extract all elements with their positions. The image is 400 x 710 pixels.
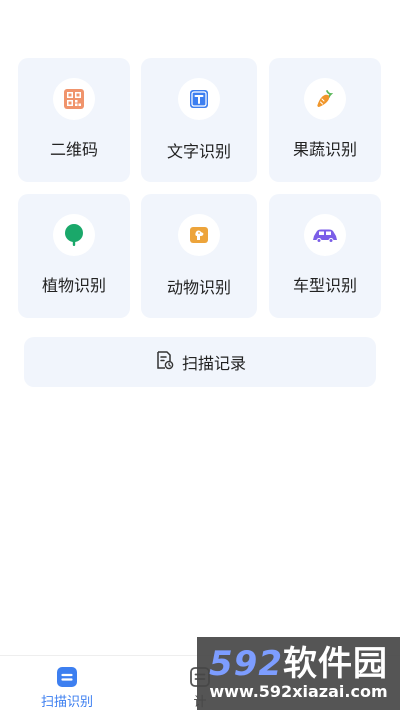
tile-plant-recognition[interactable]: 植物识别 <box>18 194 130 318</box>
tile-label: 果蔬识别 <box>292 140 357 159</box>
site-watermark: 592软件园 www.592xiazai.com <box>197 637 400 710</box>
tile-fruit-veg-recognition[interactable]: 果蔬识别 <box>269 58 381 182</box>
tile-label: 动物识别 <box>166 278 231 297</box>
tile-animal-recognition[interactable]: 动物识别 <box>141 194 257 318</box>
tile-qr-code[interactable]: 二维码 <box>18 58 130 182</box>
scan-tab-icon <box>57 667 77 687</box>
tile-car-recognition[interactable]: 车型识别 <box>269 194 381 318</box>
carrot-icon <box>304 78 346 120</box>
text-t-icon <box>178 78 220 120</box>
tree-icon <box>53 214 95 256</box>
tab-scan-recognition[interactable]: 扫描识别 <box>17 656 117 710</box>
tile-text-recognition[interactable]: 文字识别 <box>141 58 257 182</box>
tile-label: 植物识别 <box>41 276 106 295</box>
watermark-number: 592 <box>209 643 283 684</box>
watermark-brand: 软件园 <box>282 643 388 684</box>
scan-history-button[interactable]: 扫描记录 <box>24 337 376 387</box>
car-icon <box>304 214 346 256</box>
tile-label: 车型识别 <box>292 276 357 295</box>
dog-icon <box>178 214 220 256</box>
tile-label: 二维码 <box>49 140 98 159</box>
history-document-icon <box>154 350 174 374</box>
watermark-url: www.592xiazai.com <box>209 681 388 701</box>
scan-history-label: 扫描记录 <box>181 354 246 373</box>
tile-label: 文字识别 <box>166 142 231 161</box>
qr-code-icon <box>53 78 95 120</box>
tab-label: 扫描识别 <box>40 695 93 710</box>
